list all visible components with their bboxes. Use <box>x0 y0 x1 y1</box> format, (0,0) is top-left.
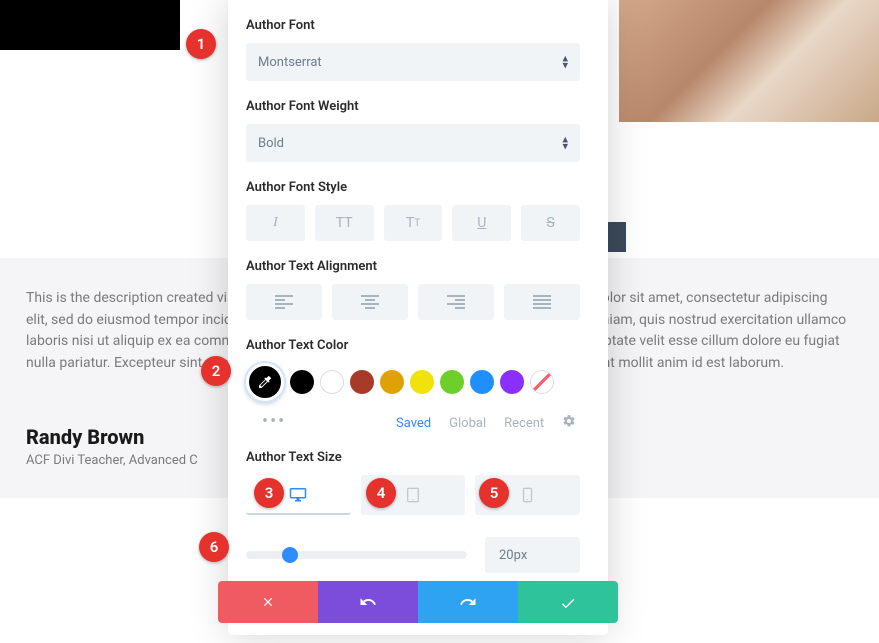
field-author-text-size: Author Text Size 20px <box>246 450 580 573</box>
redo-icon <box>459 593 477 611</box>
marker-4: 4 <box>366 478 396 508</box>
style-strikethrough-button[interactable]: S <box>521 205 580 241</box>
align-justify-icon <box>533 295 551 309</box>
redo-button[interactable] <box>418 581 518 623</box>
select-author-font-weight[interactable]: Bold ▴▾ <box>246 124 580 162</box>
bg-accent-stripe <box>608 222 626 252</box>
cancel-button[interactable] <box>218 581 318 623</box>
style-uppercase-button[interactable]: TT <box>315 205 374 241</box>
align-left-icon <box>275 295 293 309</box>
marker-3: 3 <box>254 478 284 508</box>
caret-icon: ▴▾ <box>562 136 568 149</box>
bg-dark-block <box>0 0 180 50</box>
marker-1: 1 <box>186 29 216 59</box>
label-author-text-alignment: Author Text Alignment <box>246 259 580 274</box>
align-center-button[interactable] <box>332 284 408 320</box>
field-author-font: Author Font Montserrat ▴▾ <box>246 18 580 81</box>
marker-2: 2 <box>201 356 231 386</box>
desktop-icon <box>289 486 307 502</box>
swatch-green[interactable] <box>440 370 464 394</box>
size-input-value: 20px <box>499 548 527 563</box>
undo-icon <box>359 593 377 611</box>
label-author-text-color: Author Text Color <box>246 338 580 353</box>
select-author-font-weight-value: Bold <box>258 136 284 151</box>
tablet-icon <box>406 487 420 503</box>
gear-icon <box>562 414 576 428</box>
swatch-blue[interactable] <box>470 370 494 394</box>
align-center-icon <box>361 295 379 309</box>
label-author-font: Author Font <box>246 18 580 33</box>
size-slider[interactable] <box>246 551 467 559</box>
swatch-purple[interactable] <box>500 370 524 394</box>
swatch-white[interactable] <box>320 370 344 394</box>
swatch-transparent[interactable] <box>530 370 554 394</box>
size-input[interactable]: 20px <box>485 537 580 573</box>
style-underline-button[interactable]: U <box>452 205 511 241</box>
style-italic-button[interactable]: I <box>246 205 305 241</box>
align-right-icon <box>447 295 465 309</box>
swatch-yellow[interactable] <box>410 370 434 394</box>
eyedropper-icon <box>257 374 273 390</box>
tab-global[interactable]: Global <box>449 416 486 431</box>
align-justify-button[interactable] <box>504 284 580 320</box>
tab-saved[interactable]: Saved <box>396 416 431 431</box>
marker-6: 6 <box>199 532 229 562</box>
field-author-font-weight: Author Font Weight Bold ▴▾ <box>246 99 580 162</box>
align-right-button[interactable] <box>418 284 494 320</box>
close-icon <box>261 595 275 609</box>
select-author-font-value: Montserrat <box>258 55 322 70</box>
check-icon <box>559 595 577 609</box>
action-bar <box>218 581 618 623</box>
undo-button[interactable] <box>318 581 418 623</box>
save-button[interactable] <box>518 581 618 623</box>
phone-icon <box>522 487 533 503</box>
field-author-text-alignment: Author Text Alignment <box>246 259 580 320</box>
bg-image-block <box>619 0 879 122</box>
swatch-black[interactable] <box>290 370 314 394</box>
settings-panel: Author Font Montserrat ▴▾ Author Font We… <box>228 0 608 635</box>
label-author-text-size: Author Text Size <box>246 450 580 465</box>
style-smallcaps-button[interactable]: TT <box>384 205 443 241</box>
label-author-font-style: Author Font Style <box>246 180 580 195</box>
field-author-text-color: Author Text Color ••• Saved Global Recen… <box>246 338 580 432</box>
label-author-font-weight: Author Font Weight <box>246 99 580 114</box>
caret-icon: ▴▾ <box>562 55 568 68</box>
swatch-orange[interactable] <box>380 370 404 394</box>
swatch-brown[interactable] <box>350 370 374 394</box>
tab-recent[interactable]: Recent <box>504 416 544 431</box>
field-author-font-style: Author Font Style I TT TT U S <box>246 180 580 241</box>
size-slider-thumb[interactable] <box>282 547 298 563</box>
select-author-font[interactable]: Montserrat ▴▾ <box>246 43 580 81</box>
color-settings-button[interactable] <box>562 414 576 432</box>
eyedropper-button[interactable] <box>246 363 284 401</box>
align-left-button[interactable] <box>246 284 322 320</box>
marker-5: 5 <box>479 478 509 508</box>
